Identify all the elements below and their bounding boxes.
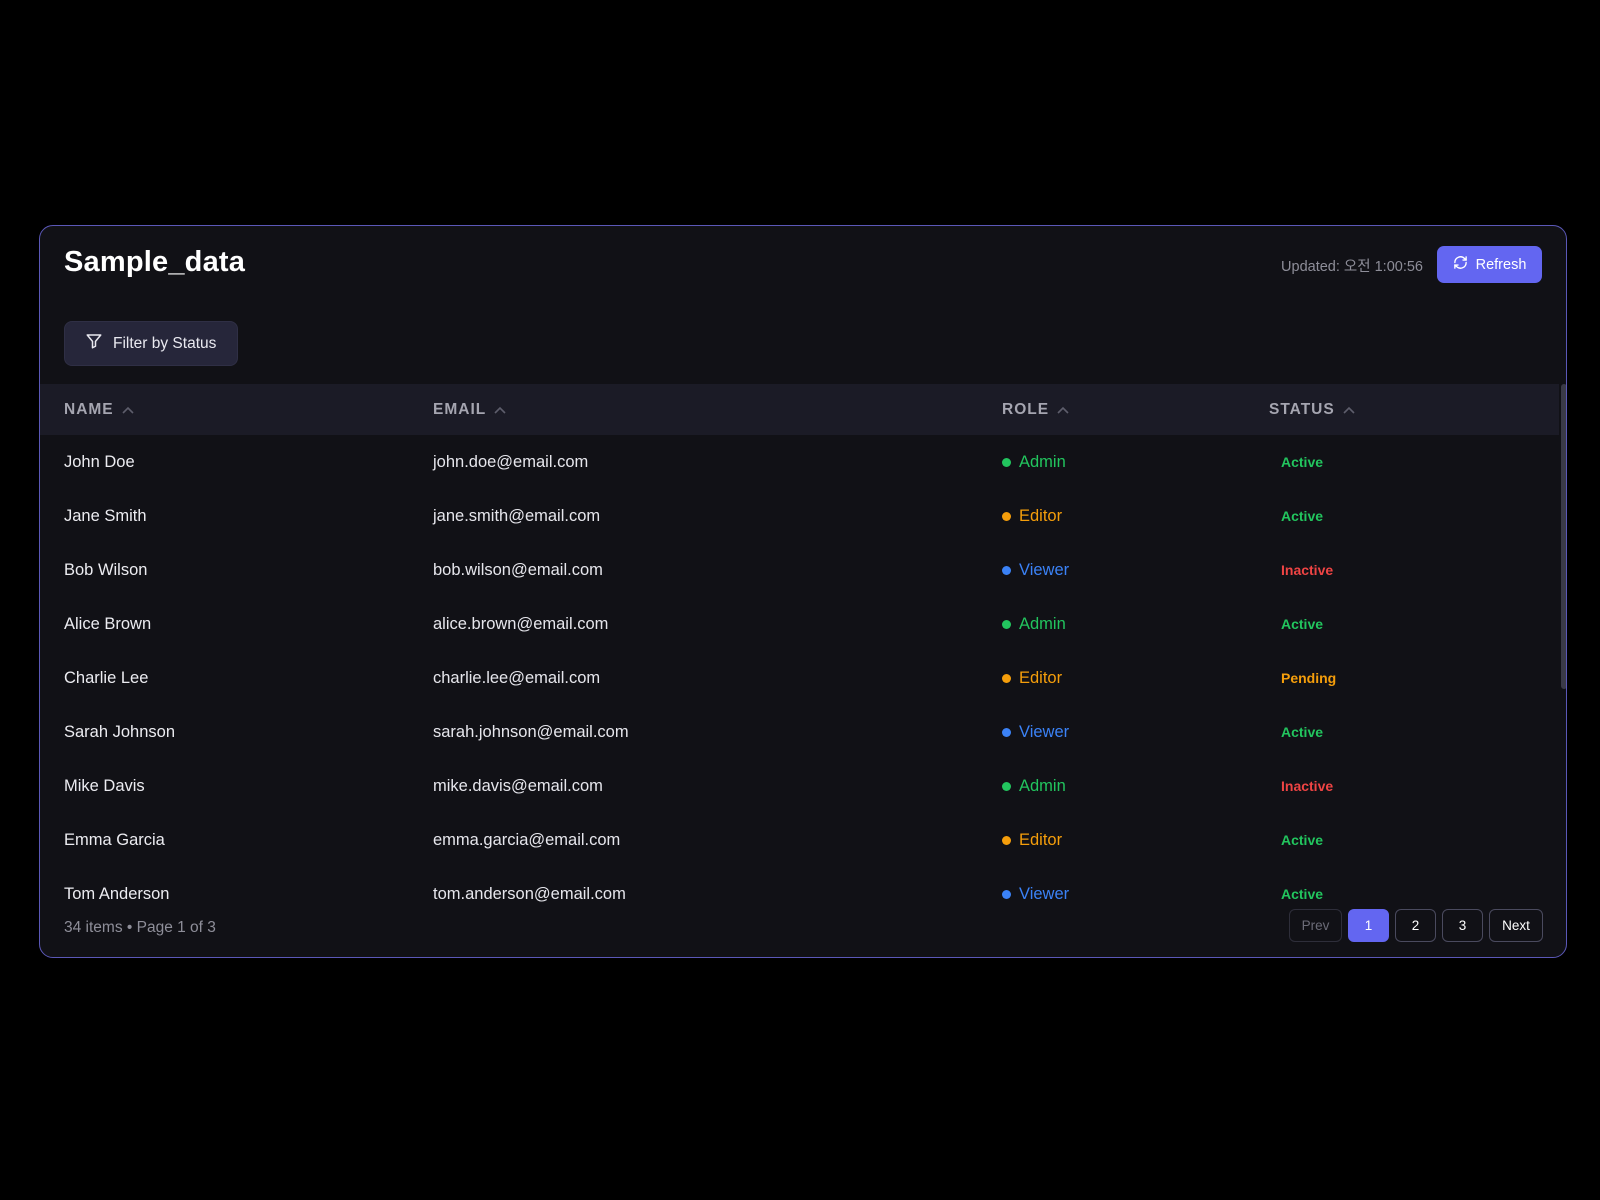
role-label: Editor [1019, 506, 1063, 525]
table-row[interactable]: Alice Brown alice.brown@email.com Admin Act… [40, 597, 1559, 651]
role-dot-icon [1002, 565, 1011, 575]
cell-email: jane.smith@email.com [433, 506, 601, 525]
updated-timestamp: Updated: 오전 1:00:56 [1281, 259, 1423, 275]
cell-email: mike.davis@email.com [433, 776, 603, 795]
table-row[interactable]: Charlie Lee charlie.lee@email.com Editor Pe… [40, 651, 1559, 705]
chevron-up-icon [1057, 401, 1069, 419]
column-header-name[interactable]: NAME [64, 384, 134, 435]
chevron-up-icon [494, 401, 506, 419]
filter-icon [85, 332, 103, 355]
cell-role: Admin [1002, 759, 1066, 813]
table-header: NAME EMAIL ROLE STATUS [40, 384, 1559, 435]
pagination: Prev 1 2 3 Next [1289, 909, 1543, 942]
cell-name: Tom Anderson [64, 884, 170, 903]
role-label: Viewer [1019, 560, 1070, 579]
column-header-label: EMAIL [433, 400, 487, 418]
role-label: Admin [1019, 452, 1066, 471]
cell-email: emma.garcia@email.com [433, 830, 621, 849]
table-row[interactable]: Sarah Johnson sarah.johnson@email.com View… [40, 705, 1559, 759]
column-header-label: ROLE [1002, 400, 1050, 418]
status-badge: Active [1281, 616, 1324, 632]
column-header-email[interactable]: EMAIL [433, 384, 506, 435]
cell-role: Admin [1002, 597, 1066, 651]
cell-role: Admin [1002, 435, 1066, 489]
role-label: Admin [1019, 776, 1066, 795]
page-button-1[interactable]: 1 [1348, 909, 1389, 942]
role-label: Viewer [1019, 884, 1070, 903]
refresh-label: Refresh [1475, 256, 1527, 273]
column-header-role[interactable]: ROLE [1002, 384, 1069, 435]
column-header-status[interactable]: STATUS [1269, 384, 1355, 435]
refresh-icon [1453, 255, 1468, 274]
table-row[interactable]: Jane Smith jane.smith@email.com Editor Acti… [40, 489, 1559, 543]
cell-role: Editor [1002, 651, 1062, 705]
status-badge: Active [1281, 886, 1324, 902]
table-scrollbar[interactable] [1559, 384, 1566, 902]
chevron-up-icon [1343, 401, 1355, 419]
cell-role: Editor [1002, 813, 1062, 867]
cell-name: Emma Garcia [64, 830, 165, 849]
page-button-3[interactable]: 3 [1442, 909, 1483, 942]
role-dot-icon [1002, 511, 1011, 521]
cell-email: bob.wilson@email.com [433, 560, 603, 579]
status-badge: Inactive [1281, 778, 1334, 794]
status-badge: Active [1281, 724, 1324, 740]
cell-name: Alice Brown [64, 614, 152, 633]
role-dot-icon [1002, 673, 1011, 683]
page-title: Sample_data [64, 246, 246, 278]
data-table-panel: Sample_data Updated: 오전 1:00:56 Refresh … [39, 225, 1567, 958]
cell-name: John Doe [64, 452, 135, 471]
role-dot-icon [1002, 619, 1011, 629]
table-row[interactable]: John Doe john.doe@email.com Admin Active [40, 435, 1559, 489]
page-button-2[interactable]: 2 [1395, 909, 1436, 942]
cell-email: tom.anderson@email.com [433, 884, 626, 903]
cell-name: Bob Wilson [64, 560, 148, 579]
cell-name: Mike Davis [64, 776, 145, 795]
role-dot-icon [1002, 727, 1011, 737]
cell-role: Editor [1002, 489, 1062, 543]
cell-role: Viewer [1002, 867, 1069, 904]
status-badge: Active [1281, 508, 1324, 524]
role-dot-icon [1002, 781, 1011, 791]
cell-email: john.doe@email.com [433, 452, 589, 471]
cell-email: charlie.lee@email.com [433, 668, 601, 687]
role-label: Editor [1019, 830, 1063, 849]
role-dot-icon [1002, 835, 1011, 845]
filter-label: Filter by Status [113, 334, 217, 352]
scrollbar-thumb[interactable] [1561, 384, 1566, 689]
table-row[interactable]: Bob Wilson bob.wilson@email.com Viewer Inac… [40, 543, 1559, 597]
status-badge: Pending [1281, 670, 1337, 686]
role-label: Editor [1019, 668, 1063, 687]
chevron-up-icon [122, 401, 134, 419]
status-badge: Active [1281, 454, 1324, 470]
pagination-summary: 34 items • Page 1 of 3 [64, 919, 216, 936]
role-label: Viewer [1019, 722, 1070, 741]
filter-by-status-button[interactable]: Filter by Status [64, 321, 238, 366]
cell-name: Charlie Lee [64, 668, 149, 687]
cell-email: alice.brown@email.com [433, 614, 609, 633]
cell-name: Sarah Johnson [64, 722, 175, 741]
role-dot-icon [1002, 889, 1011, 899]
table-row[interactable]: Emma Garcia emma.garcia@email.com Editor Ac… [40, 813, 1559, 867]
table-body: John Doe john.doe@email.com Admin Active Jan… [40, 435, 1559, 904]
cell-role: Viewer [1002, 543, 1069, 597]
role-dot-icon [1002, 457, 1011, 467]
table-row[interactable]: Tom Anderson tom.anderson@email.com Viewer… [40, 867, 1559, 904]
refresh-button[interactable]: Refresh [1437, 246, 1542, 283]
next-page-button[interactable]: Next [1489, 909, 1543, 942]
role-label: Admin [1019, 614, 1066, 633]
cell-role: Viewer [1002, 705, 1069, 759]
status-badge: Inactive [1281, 562, 1334, 578]
cell-name: Jane Smith [64, 506, 147, 525]
column-header-label: NAME [64, 400, 114, 418]
table-row[interactable]: Mike Davis mike.davis@email.com Admin Inact… [40, 759, 1559, 813]
status-badge: Active [1281, 832, 1324, 848]
column-header-label: STATUS [1269, 400, 1335, 418]
prev-page-button[interactable]: Prev [1289, 909, 1342, 942]
cell-email: sarah.johnson@email.com [433, 722, 629, 741]
